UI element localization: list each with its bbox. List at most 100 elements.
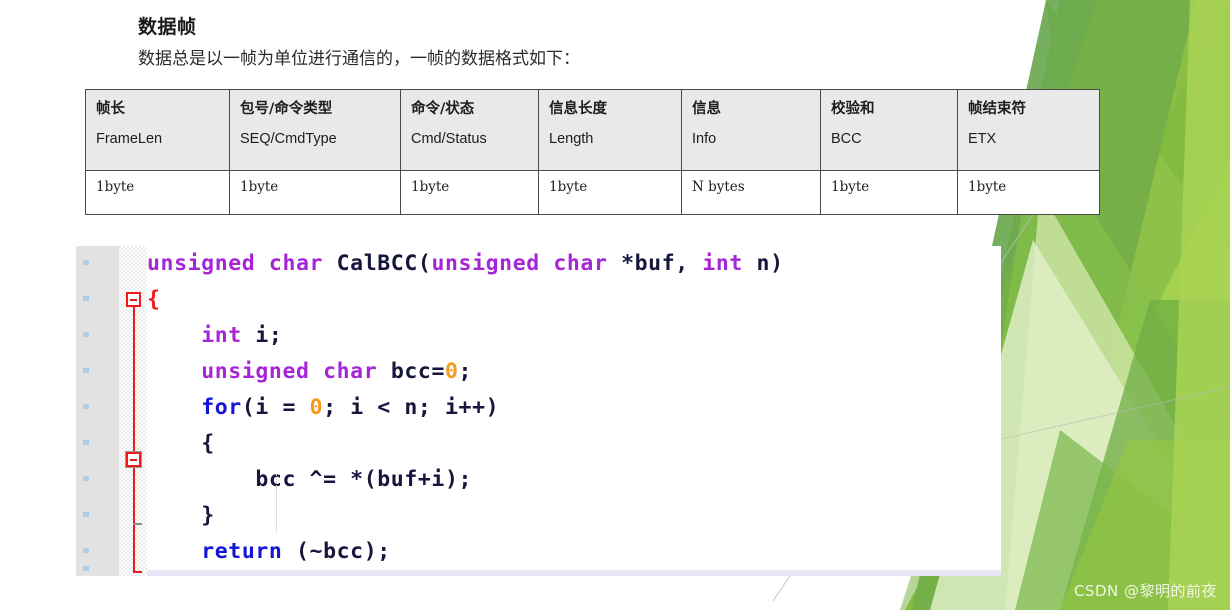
field-size-label: 1byte bbox=[411, 179, 450, 195]
code-token: i; bbox=[255, 323, 283, 348]
code-token: int bbox=[702, 251, 757, 276]
gutter-marker bbox=[83, 548, 89, 553]
code-token: unsigned char bbox=[201, 359, 391, 384]
code-token: (i = bbox=[241, 395, 310, 420]
code-token: ; i < n; i++) bbox=[323, 395, 500, 420]
table-header-cell: 包号/命令类型 SEQ/CmdType bbox=[229, 89, 401, 171]
code-token: 0 bbox=[445, 359, 459, 384]
table-header-cell: 帧结束符 ETX bbox=[957, 89, 1100, 171]
code-token: CalBCC bbox=[336, 251, 418, 276]
gutter-marker bbox=[83, 296, 89, 301]
code-token: { bbox=[201, 431, 215, 456]
field-size-label: 1byte bbox=[96, 179, 135, 195]
field-size-label: 1byte bbox=[240, 179, 279, 195]
slide-canvas: 数据帧 数据总是以一帧为单位进行通信的，一帧的数据格式如下： 帧长 FrameLe… bbox=[0, 0, 1230, 610]
code-line[interactable]: unsigned char CalBCC(unsigned char *buf,… bbox=[147, 246, 1001, 282]
fold-toggle-forloop[interactable] bbox=[125, 451, 142, 468]
code-token: *buf bbox=[621, 251, 676, 276]
fold-rail-forloop bbox=[133, 467, 135, 573]
header-label-cn: 包号/命令类型 bbox=[240, 101, 333, 117]
code-line[interactable]: { bbox=[147, 282, 1001, 318]
header-label-cn: 命令/状态 bbox=[411, 101, 475, 117]
table-size-cell: N bytes bbox=[681, 170, 821, 215]
table-size-cell: 1byte bbox=[229, 170, 401, 215]
gutter-marker bbox=[83, 332, 89, 337]
code-token: return bbox=[201, 539, 283, 564]
header-label-en: SEQ/CmdType bbox=[240, 131, 337, 147]
table-header-cell: 命令/状态 Cmd/Status bbox=[400, 89, 539, 171]
indent-guide bbox=[276, 474, 278, 532]
header-label-cn: 帧长 bbox=[96, 101, 125, 117]
code-token: unsigned char bbox=[147, 251, 337, 276]
code-token: ( bbox=[417, 251, 432, 276]
field-size-label: 1byte bbox=[831, 179, 870, 195]
header-label-en: ETX bbox=[968, 131, 997, 147]
csdn-watermark: CSDN @黎明的前夜 bbox=[1073, 582, 1217, 600]
code-token: n bbox=[756, 251, 771, 276]
page-title: 数据帧 bbox=[138, 16, 197, 38]
header-label-en: BCC bbox=[831, 131, 862, 147]
table-header-cell: 帧长 FrameLen bbox=[85, 89, 230, 171]
line-number-gutter bbox=[76, 246, 119, 576]
code-token: for bbox=[201, 395, 242, 420]
fold-tick-blockend bbox=[133, 523, 142, 525]
fold-elbow-function-end bbox=[133, 564, 142, 573]
field-size-label: N bytes bbox=[692, 179, 745, 195]
gutter-marker bbox=[83, 368, 89, 373]
code-line[interactable]: for(i = 0; i < n; i++) bbox=[147, 390, 1001, 426]
fold-toggle-function[interactable] bbox=[126, 292, 141, 307]
table-size-cell: 1byte bbox=[85, 170, 230, 215]
header-label-cn: 信息长度 bbox=[549, 101, 607, 117]
code-token: (~bcc); bbox=[282, 539, 391, 564]
table-row-headers: 帧长 FrameLen 包号/命令类型 SEQ/CmdType 命令/状态 Cmd/Sta… bbox=[85, 89, 1100, 171]
code-line[interactable]: { bbox=[147, 426, 1001, 462]
code-token: } bbox=[147, 575, 161, 576]
field-size-label: 1byte bbox=[968, 179, 1007, 195]
code-editor-block: unsigned char CalBCC(unsigned char *buf,… bbox=[76, 246, 1001, 576]
table-header-cell: 校验和 BCC bbox=[820, 89, 958, 171]
gutter-marker bbox=[83, 512, 89, 517]
table-size-cell: 1byte bbox=[400, 170, 539, 215]
table-header-cell: 信息长度 Length bbox=[538, 89, 682, 171]
page-subtitle: 数据总是以一帧为单位进行通信的，一帧的数据格式如下： bbox=[138, 49, 580, 69]
gutter-marker bbox=[83, 476, 89, 481]
header-label-en: Length bbox=[549, 131, 594, 147]
table-size-cell: 1byte bbox=[957, 170, 1100, 215]
gutter-marker bbox=[83, 404, 89, 409]
code-line[interactable]: } bbox=[147, 570, 1001, 576]
code-token: bcc= bbox=[390, 359, 445, 384]
table-header-cell: 信息 Info bbox=[681, 89, 821, 171]
code-token: unsigned char bbox=[431, 251, 622, 276]
header-label-cn: 校验和 bbox=[831, 101, 875, 117]
gutter-marker bbox=[83, 440, 89, 445]
field-size-label: 1byte bbox=[549, 179, 588, 195]
code-token: ) bbox=[770, 251, 784, 276]
header-label-cn: 信息 bbox=[692, 101, 721, 117]
code-token: , bbox=[675, 251, 703, 276]
table-row-sizes: 1byte 1byte 1byte 1byte N bytes 1byte 1byte bbox=[85, 170, 1100, 215]
code-token: ; bbox=[458, 359, 473, 384]
code-token: { bbox=[147, 287, 161, 312]
header-label-cn: 帧结束符 bbox=[968, 101, 1026, 117]
fold-rail-function bbox=[133, 307, 135, 452]
code-token: } bbox=[201, 503, 215, 528]
heading-block: 数据帧 数据总是以一帧为单位进行通信的，一帧的数据格式如下： bbox=[138, 14, 838, 72]
header-label-en: Info bbox=[692, 131, 717, 147]
code-line[interactable]: unsigned char bcc=0; bbox=[147, 354, 1001, 390]
header-label-en: FrameLen bbox=[96, 131, 163, 147]
code-line[interactable]: int i; bbox=[147, 318, 1001, 354]
code-token: int bbox=[201, 323, 256, 348]
table-size-cell: 1byte bbox=[538, 170, 682, 215]
code-line[interactable]: return (~bcc); bbox=[147, 534, 1001, 570]
code-token: bcc ^= *(buf+i); bbox=[147, 467, 473, 492]
code-token: 0 bbox=[309, 395, 324, 420]
frame-format-table: 帧长 FrameLen 包号/命令类型 SEQ/CmdType 命令/状态 Cmd/Sta… bbox=[85, 89, 1100, 215]
header-label-en: Cmd/Status bbox=[411, 131, 487, 147]
table-size-cell: 1byte bbox=[820, 170, 958, 215]
gutter-marker bbox=[83, 566, 89, 571]
